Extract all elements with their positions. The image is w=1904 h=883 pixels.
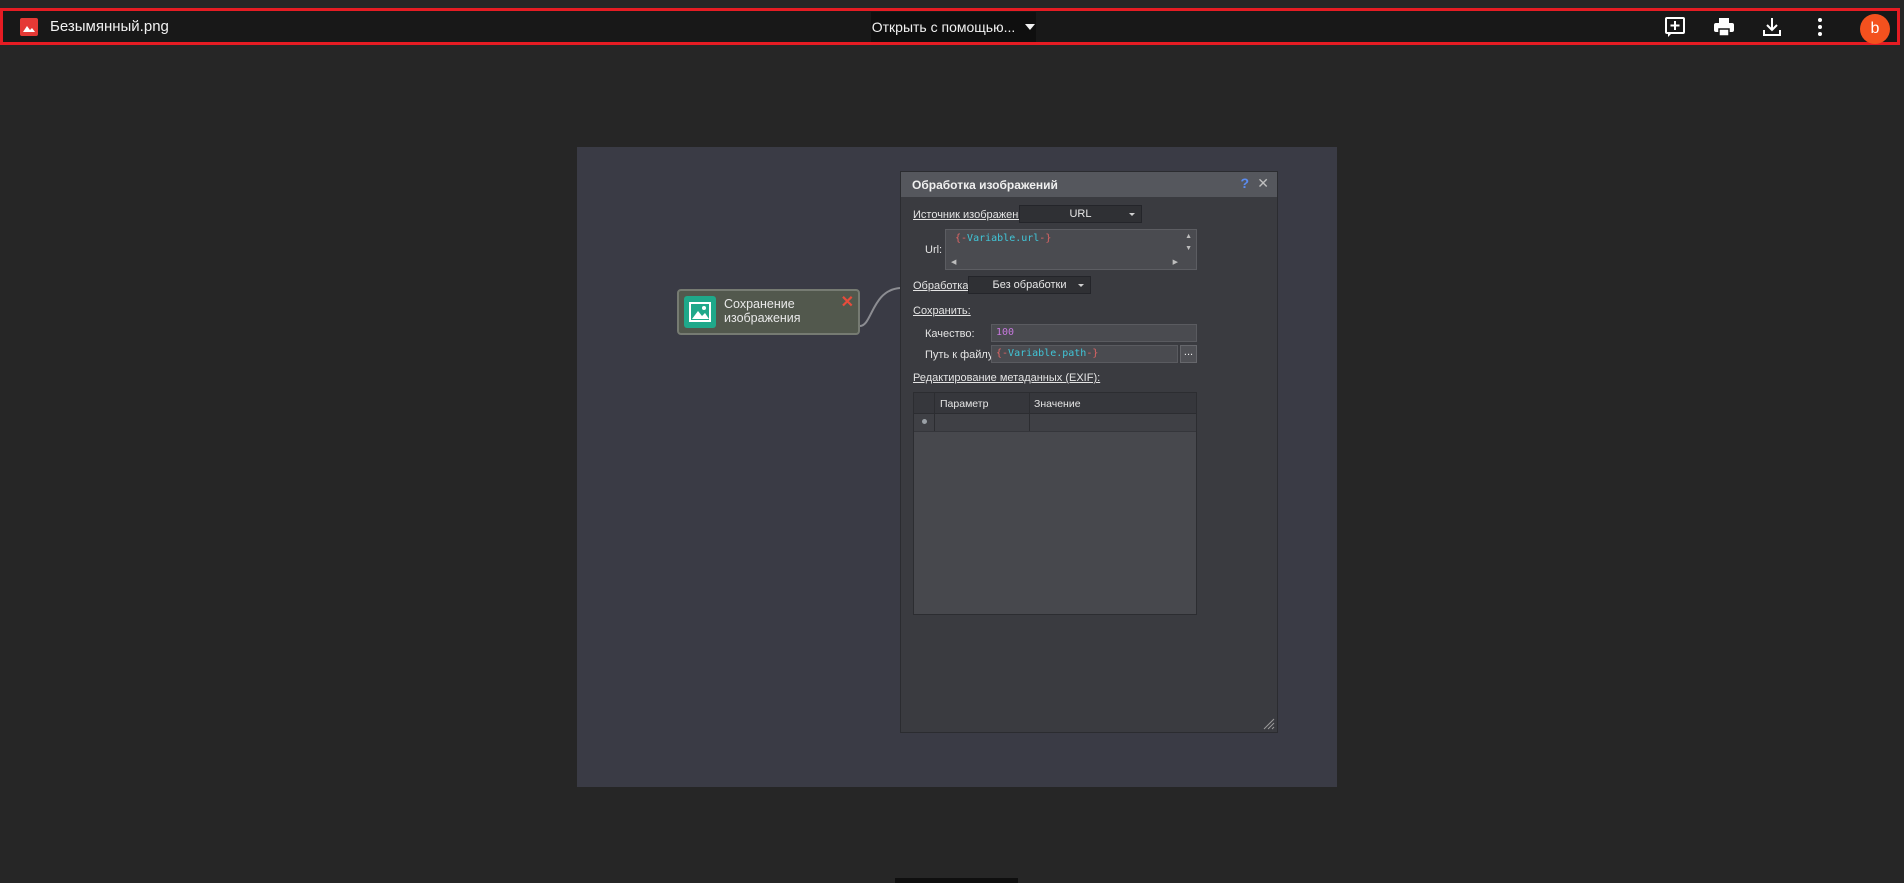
browse-button[interactable]: ... — [1180, 345, 1197, 363]
scroll-left-icon[interactable]: ◀ — [951, 258, 956, 266]
scroll-down-icon[interactable]: ▼ — [1185, 245, 1192, 252]
url-label: Url: — [925, 244, 943, 256]
column-header-parameter[interactable]: Параметр — [940, 398, 988, 410]
node-label: Сохранение изображения — [724, 297, 849, 325]
open-with-label: Открыть с помощью... — [871, 19, 1016, 35]
node-label-line2: изображения — [724, 311, 801, 325]
chevron-down-icon — [1078, 284, 1084, 287]
image-icon — [684, 296, 716, 328]
viewer-toolbar: Безымянный.png Открыть с помощью... b — [0, 8, 1900, 45]
path-brace-open: {- — [996, 348, 1009, 359]
scroll-up-icon[interactable]: ▲ — [1185, 233, 1192, 240]
save-image-node[interactable]: Сохранение изображения ✕ — [677, 289, 860, 335]
processing-label: Обработка: — [913, 280, 972, 292]
table-row-new[interactable] — [914, 414, 1196, 432]
quality-input[interactable]: 100 — [991, 324, 1197, 342]
url-variable: Variable.url — [967, 233, 1040, 244]
help-icon[interactable]: ? — [1240, 175, 1249, 191]
new-row-marker-icon — [922, 419, 927, 424]
url-input-value: {-Variable.url-} — [955, 233, 1051, 244]
exif-label: Редактирование метаданных (EXIF): — [913, 372, 1101, 384]
source-label: Источник изображения: — [913, 209, 1034, 221]
resize-grip-icon[interactable] — [1263, 718, 1275, 730]
column-divider — [934, 393, 935, 413]
url-brace-close: -} — [1039, 233, 1052, 244]
url-brace-open: {- — [955, 233, 968, 244]
file-path-label: Путь к файлу: — [925, 349, 997, 361]
save-section-label: Сохранить: — [913, 305, 971, 317]
download-icon[interactable] — [1761, 16, 1783, 38]
close-icon[interactable]: ✕ — [841, 292, 854, 312]
dialog-title-bar: Обработка изображений ? ✕ — [901, 172, 1277, 197]
image-canvas: Сохранение изображения ✕ Обработка изобр… — [577, 147, 1337, 787]
open-with-button[interactable]: Открыть с помощью... — [871, 12, 1036, 42]
url-input[interactable]: {-Variable.url-} ▲ ▼ ◀ ▶ — [945, 229, 1197, 270]
processing-select-value: Без обработки — [992, 279, 1067, 291]
image-processing-dialog: Обработка изображений ? ✕ Источник изобр… — [900, 171, 1278, 733]
add-comment-icon[interactable] — [1664, 16, 1686, 38]
source-select-value: URL — [1069, 208, 1092, 220]
bottom-bar — [895, 878, 1018, 883]
more-vert-icon[interactable] — [1809, 16, 1831, 38]
table-header: Параметр Значение — [914, 393, 1196, 414]
quality-label: Качество: — [925, 328, 975, 340]
chevron-down-icon — [1025, 24, 1036, 30]
image-file-icon — [20, 18, 38, 36]
avatar[interactable]: b — [1860, 14, 1890, 44]
exif-table[interactable]: Параметр Значение — [913, 392, 1197, 615]
close-icon[interactable]: ✕ — [1257, 175, 1269, 192]
source-select[interactable]: URL — [1019, 205, 1142, 223]
scroll-right-icon[interactable]: ▶ — [1173, 258, 1178, 266]
print-icon[interactable] — [1713, 16, 1735, 38]
path-brace-close: -} — [1086, 348, 1099, 359]
node-label-line1: Сохранение — [724, 297, 795, 311]
dialog-title: Обработка изображений — [912, 178, 1058, 192]
file-name: Безымянный.png — [50, 18, 169, 35]
path-variable: Variable.path — [1008, 348, 1087, 359]
chevron-down-icon — [1129, 213, 1135, 216]
column-header-value[interactable]: Значение — [1034, 398, 1081, 410]
file-path-input[interactable]: {-Variable.path-} — [991, 345, 1178, 363]
node-connector-wire — [860, 287, 901, 327]
column-divider — [1029, 393, 1030, 413]
column-divider — [1029, 414, 1030, 431]
processing-select[interactable]: Без обработки — [968, 276, 1091, 294]
column-divider — [934, 414, 935, 431]
